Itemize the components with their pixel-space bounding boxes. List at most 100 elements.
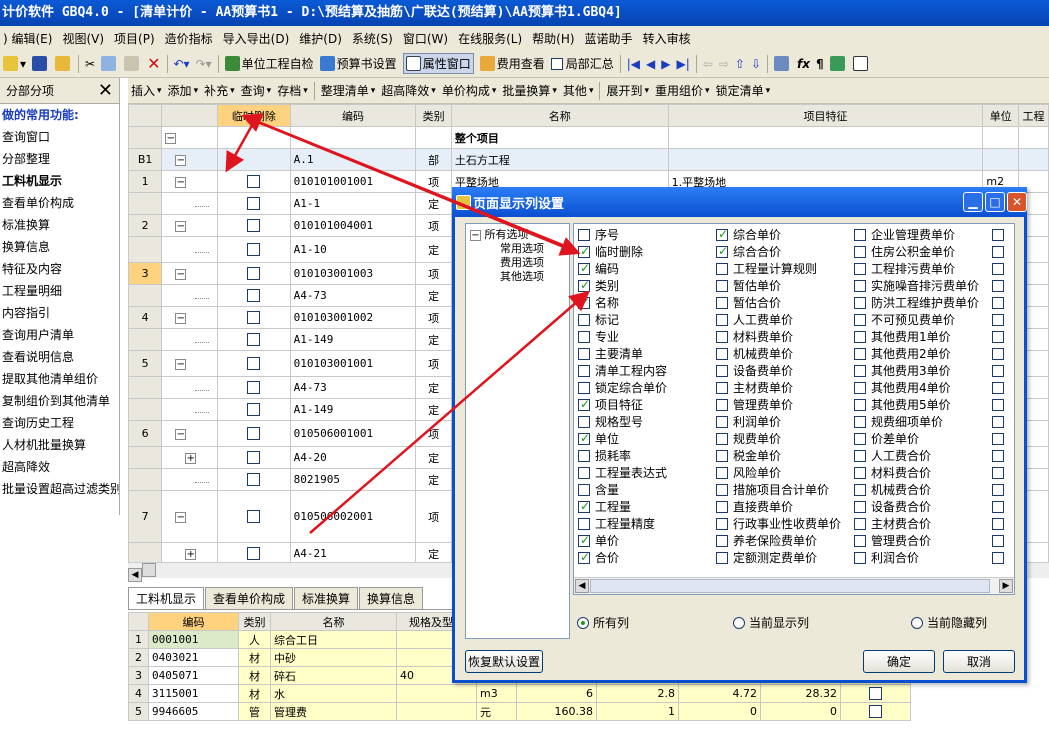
option-checkbox[interactable] (992, 483, 1004, 496)
table-row[interactable]: B1− A.1 部土石方工程 (128, 148, 1049, 171)
option-checkbox[interactable] (854, 313, 866, 326)
column-option[interactable]: 实施噪音排污费单价 (854, 277, 979, 294)
option-checkbox[interactable] (716, 483, 728, 496)
restore-default-button[interactable]: 恢复默认设置 (465, 650, 543, 673)
option-checkbox[interactable] (716, 398, 728, 411)
column-option[interactable]: 清单工程内容 (578, 362, 667, 379)
column-option[interactable]: 锁定综合单价 (578, 379, 667, 396)
column-option[interactable] (992, 515, 1009, 532)
column-option[interactable]: 防洪工程维护费单价 (854, 294, 979, 311)
toolbar-item[interactable]: 单价构成 ▾ (442, 82, 497, 99)
fx-icon[interactable]: fx (797, 57, 810, 71)
column-option[interactable]: 其他费用4单价 (854, 379, 951, 396)
option-checkbox[interactable] (578, 364, 590, 377)
column-option[interactable]: 管理费单价 (716, 396, 793, 413)
option-checkbox[interactable] (854, 415, 866, 428)
column-option[interactable]: 标记 (578, 311, 619, 328)
option-checkbox[interactable] (716, 296, 728, 309)
column-option[interactable]: 措施项目合计单价 (716, 481, 829, 498)
option-checkbox[interactable] (578, 330, 590, 343)
temp-delete-checkbox[interactable] (247, 197, 261, 211)
menu-item[interactable]: 项目(P) (111, 30, 162, 47)
open-icon[interactable] (55, 56, 72, 71)
column-option[interactable]: 暂估合价 (716, 294, 781, 311)
option-checkbox[interactable] (578, 483, 590, 496)
column-option[interactable]: 价差单价 (854, 430, 919, 447)
function-item[interactable]: 换算信息 (0, 236, 119, 258)
option-checkbox[interactable] (992, 262, 1004, 275)
paste-icon[interactable] (124, 56, 141, 71)
list-icon[interactable] (852, 56, 870, 71)
prev-icon[interactable]: ◀ (646, 57, 655, 71)
temp-delete-checkbox[interactable] (247, 267, 261, 281)
menu-item[interactable]: 蓝诺助手 (582, 30, 640, 47)
option-checkbox[interactable] (992, 381, 1004, 394)
menu-item[interactable]: 窗口(W) (400, 30, 455, 47)
toolbar-item[interactable]: 批量换算 ▾ (502, 82, 557, 99)
option-checkbox[interactable] (716, 244, 728, 258)
flag-checkbox[interactable] (869, 705, 882, 719)
scroll-left-icon[interactable]: ◀ (575, 579, 589, 593)
option-checkbox[interactable] (716, 279, 728, 292)
scroll-right-icon[interactable]: ▶ (999, 579, 1013, 593)
tree-item-all[interactable]: − 所有选项 (470, 228, 565, 242)
table-row[interactable]: 5 9946605 管管理费元 160.38 1 0 0 (128, 702, 911, 721)
column-option[interactable] (992, 430, 1009, 447)
option-checkbox[interactable] (854, 364, 866, 377)
function-item[interactable]: 工程量明细 (0, 280, 119, 302)
function-item[interactable]: 超高降效 (0, 456, 119, 478)
function-item[interactable]: 查询用户清单 (0, 324, 119, 346)
option-checkbox[interactable] (716, 313, 728, 326)
column-option[interactable] (992, 532, 1009, 549)
option-checkbox[interactable] (578, 466, 590, 479)
collapse-icon[interactable]: − (175, 428, 187, 440)
temp-delete-checkbox[interactable] (247, 427, 261, 441)
option-checkbox[interactable] (854, 500, 866, 513)
column-option[interactable]: 其他费用1单价 (854, 328, 951, 345)
option-checkbox[interactable] (578, 295, 590, 309)
scroll-left-icon[interactable]: ◀ (128, 568, 142, 582)
column-header[interactable]: 项目特征 (667, 104, 984, 127)
column-option[interactable] (992, 481, 1009, 498)
option-checkbox[interactable] (716, 432, 728, 445)
collapse-icon[interactable]: − (470, 229, 481, 241)
menu-item[interactable]: 导入导出(D) (220, 30, 297, 47)
column-option[interactable]: 定额测定费单价 (716, 549, 817, 566)
delete-icon[interactable]: ✕ (147, 54, 160, 73)
option-checkbox[interactable] (716, 381, 728, 394)
bottom-tab[interactable]: 换算信息 (359, 587, 424, 609)
option-checkbox[interactable] (992, 432, 1004, 445)
copy-icon[interactable] (101, 56, 118, 71)
menu-item[interactable]: 系统(S) (349, 30, 400, 47)
column-option[interactable]: 临时删除 (578, 243, 643, 260)
column-option[interactable]: 材料费合价 (854, 464, 931, 481)
column-option[interactable] (992, 413, 1009, 430)
option-checkbox[interactable] (716, 364, 728, 377)
collapse-icon[interactable]: − (175, 268, 187, 280)
close-icon[interactable]: ✕ (1007, 192, 1027, 212)
temp-delete-checkbox[interactable] (247, 333, 261, 347)
down-icon[interactable]: ⇩ (751, 57, 761, 71)
column-option[interactable]: 规费单价 (716, 430, 781, 447)
column-option[interactable]: 编码 (578, 260, 619, 277)
collapse-icon[interactable]: − (175, 220, 187, 232)
left-icon[interactable]: ⇦ (703, 57, 713, 71)
option-checkbox[interactable] (854, 279, 866, 292)
function-item[interactable]: 分部整理 (0, 148, 119, 170)
column-option[interactable] (992, 379, 1009, 396)
column-option[interactable]: 工程排污费单价 (854, 260, 955, 277)
menu-item[interactable]: ) 编辑(E) (0, 30, 59, 47)
column-option[interactable]: 工程量计算规则 (716, 260, 817, 277)
option-checkbox[interactable] (992, 279, 1004, 292)
option-checkbox[interactable] (578, 415, 590, 428)
column-option[interactable]: 含量 (578, 481, 619, 498)
column-option[interactable]: 综合单价 (716, 226, 781, 243)
option-checkbox[interactable] (716, 262, 728, 275)
close-icon[interactable]: ✕ (98, 81, 113, 100)
option-checkbox[interactable] (716, 347, 728, 360)
column-option[interactable]: 其他费用3单价 (854, 362, 951, 379)
column-option[interactable] (992, 311, 1009, 328)
toolbar-item[interactable]: 插入 ▾ (131, 82, 162, 99)
column-option[interactable]: 利润合价 (854, 549, 919, 566)
option-checkbox[interactable] (578, 261, 590, 275)
